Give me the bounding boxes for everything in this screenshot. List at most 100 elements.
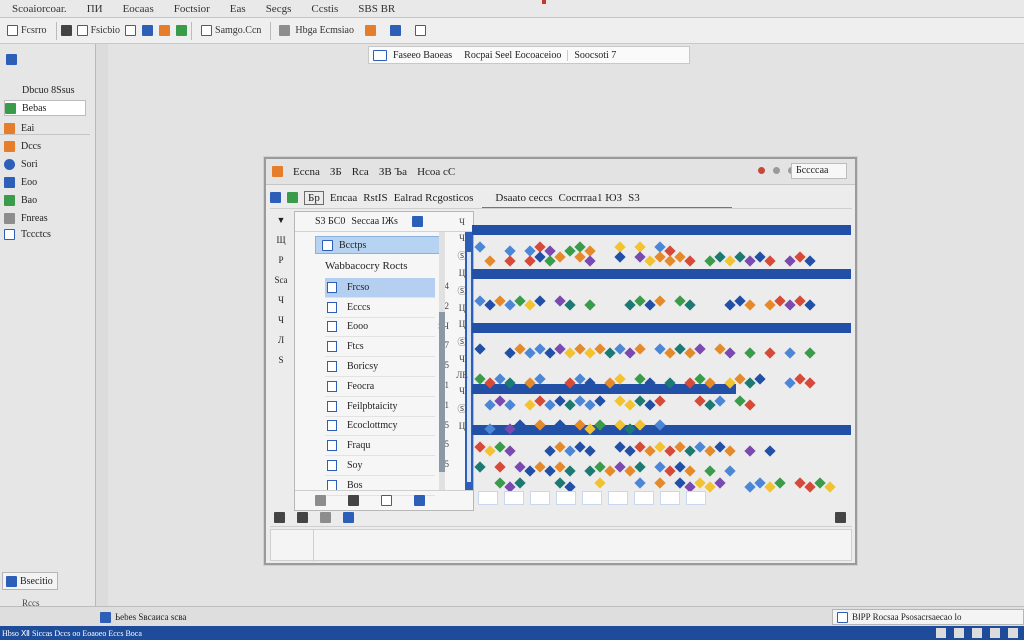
menu-item-tools[interactable]: Secgs <box>258 3 300 15</box>
tool-strip-item[interactable]: Ч <box>278 315 284 329</box>
expand-icon[interactable] <box>381 495 392 506</box>
sidebar-item-docs-2[interactable]: Dccs <box>4 138 41 154</box>
dialog-toolbar-item[interactable]: Cocrrraa1 ЮЗ <box>559 192 623 204</box>
menu-item-table[interactable]: Ccstis <box>303 3 346 15</box>
mid-strip-item[interactable]: Ⓢ <box>457 249 466 262</box>
tool-strip-item[interactable]: Р <box>278 255 283 269</box>
tray-icon[interactable] <box>990 628 1000 638</box>
menu-item-window[interactable]: SBS BR <box>350 3 403 15</box>
menu-item-file[interactable]: Scoaiorcoar. <box>4 3 75 15</box>
list-item[interactable]: Feocra 1 <box>325 377 449 397</box>
dialog-toolbar-item[interactable]: Ealrad Rcgosticos <box>394 192 474 204</box>
list-item[interactable]: Frcso14 <box>325 278 449 298</box>
subtool-right[interactable]: Soocsoti 7 <box>567 49 622 61</box>
tray-icon[interactable] <box>1008 628 1018 638</box>
crop-icon[interactable] <box>297 512 308 523</box>
shield-button[interactable]: Hbga Ecmsiao <box>290 21 359 41</box>
tool-strip-item[interactable]: Sca <box>275 275 288 289</box>
subtool-middle[interactable]: Rocpai Seel Eocoaceioo <box>458 50 567 61</box>
mid-strip-item[interactable]: Ч <box>459 354 465 364</box>
mid-strip-item[interactable]: Ч <box>459 386 465 396</box>
list-scrollbar[interactable] <box>439 232 445 490</box>
tool-strip-item[interactable]: Ч <box>278 295 284 309</box>
minimize-icon[interactable] <box>773 167 780 174</box>
resize-icon[interactable] <box>835 512 846 523</box>
list-item[interactable]: Ecccs12 <box>325 298 449 318</box>
menu-item-insert[interactable]: Foctsior <box>166 3 218 15</box>
tray-icon[interactable] <box>936 628 946 638</box>
copy-icon[interactable] <box>125 25 137 36</box>
image-icon[interactable] <box>176 25 188 36</box>
dialog-search-input[interactable]: Бссссаа <box>791 163 847 179</box>
menu-item-edit[interactable]: ПИ <box>79 3 111 15</box>
panel-find-field[interactable]: Bcctps <box>315 236 445 254</box>
tool-strip-item[interactable]: Ѕ <box>278 355 283 369</box>
tray-icon[interactable] <box>954 628 964 638</box>
mid-strip-item[interactable]: Ⓢ <box>457 402 466 415</box>
mid-strip-item[interactable]: Ⓢ <box>457 335 466 348</box>
mid-strip-item[interactable]: Ч <box>459 217 465 227</box>
share-icon[interactable] <box>390 25 401 36</box>
tool-icon[interactable] <box>348 495 359 506</box>
sidebar-item-selected[interactable]: Bebas <box>4 100 86 116</box>
list-item[interactable]: EoooЅЧ <box>325 318 449 338</box>
save-icon[interactable] <box>270 192 281 203</box>
close-icon[interactable] <box>758 167 765 174</box>
mid-strip-item[interactable]: Ч <box>459 233 465 243</box>
mid-strip-item[interactable]: ЛЕ <box>456 370 468 380</box>
dialog-toolbar-item[interactable]: S3 <box>628 192 640 204</box>
list-scrollbar-thumb[interactable] <box>439 312 445 472</box>
list-item[interactable]: Fraqu 5 <box>325 436 449 457</box>
sidebar-item-edit[interactable]: Eai <box>4 120 34 136</box>
sidebar-item-sort[interactable]: Sori <box>4 156 38 172</box>
brush-icon[interactable] <box>142 25 154 36</box>
sidebar-item-echo[interactable]: Eoo <box>4 174 37 190</box>
dialog-toolbar-item[interactable]: Епсаа <box>330 192 357 204</box>
dialog-toolbar-item[interactable]: Dsaato ceccs <box>495 192 552 204</box>
menu-item-format[interactable]: Eas <box>222 3 254 15</box>
mid-strip-item[interactable]: Ц <box>459 421 466 431</box>
sequence-canvas[interactable] <box>472 225 851 505</box>
network-icon[interactable] <box>415 25 426 36</box>
sidebar-bottom-button[interactable]: Bsecitio <box>2 572 58 590</box>
list-item[interactable]: Soy 5 <box>325 456 449 476</box>
status-right[interactable]: BⅠPP Rocsaa Psosacrsaecao lo <box>832 609 1024 625</box>
dialog-toolbar-item[interactable]: Бр <box>304 190 324 205</box>
sidebar-item-features[interactable]: Fnreas <box>4 210 48 226</box>
mid-strip-item[interactable]: Ц <box>459 303 466 313</box>
dialog-output-area[interactable] <box>270 529 852 562</box>
zoom-icon[interactable] <box>315 495 326 506</box>
grid-icon[interactable] <box>320 512 331 523</box>
subtool-left[interactable]: Faseeo Baoeas <box>387 50 458 61</box>
sidebar-item-bao[interactable]: Bao <box>4 192 37 208</box>
cursor-icon[interactable] <box>60 25 72 36</box>
tray-icon[interactable] <box>972 628 982 638</box>
pen-icon[interactable] <box>6 54 17 65</box>
layers-icon[interactable] <box>343 512 354 523</box>
list-item[interactable]: Feilpbtaicity 1 <box>325 397 449 417</box>
tool-strip-item[interactable]: Л <box>278 335 284 349</box>
sidebar-item-techs[interactable]: Tccctcs <box>4 226 51 242</box>
lock-icon[interactable] <box>365 25 376 36</box>
layout-icon[interactable] <box>414 495 425 506</box>
tool-strip-item[interactable]: ▼ <box>277 215 286 229</box>
palette-icon[interactable] <box>159 25 171 36</box>
mid-strip-item[interactable]: Ц <box>459 319 466 329</box>
filter-icon[interactable] <box>411 216 423 227</box>
sidebar-item-docs[interactable]: Dbcuo 8Ssus <box>4 82 75 98</box>
pin-icon[interactable] <box>274 512 285 523</box>
list-item[interactable]: Ftcs 7 <box>325 337 449 358</box>
search-icon[interactable] <box>287 192 298 203</box>
document-button[interactable]: Fcsrro <box>2 21 52 41</box>
checkbox-icon[interactable] <box>373 49 387 61</box>
page-button[interactable]: Fsicbio <box>72 21 125 41</box>
window-button[interactable]: Samgo.Ccn <box>196 21 266 41</box>
list-item[interactable]: Ecoclottmcy15 <box>325 417 449 437</box>
tool-strip-item[interactable]: Щ <box>276 235 285 249</box>
settings-icon[interactable] <box>279 25 291 36</box>
mid-strip-item[interactable]: Ц <box>459 268 466 278</box>
dialog-toolbar-item[interactable]: RstIS <box>363 192 387 204</box>
list-item[interactable]: Boricsy 5 <box>325 357 449 377</box>
menu-item-view[interactable]: Eocaas <box>115 3 162 15</box>
mid-strip-item[interactable]: Ⓢ <box>457 284 466 297</box>
